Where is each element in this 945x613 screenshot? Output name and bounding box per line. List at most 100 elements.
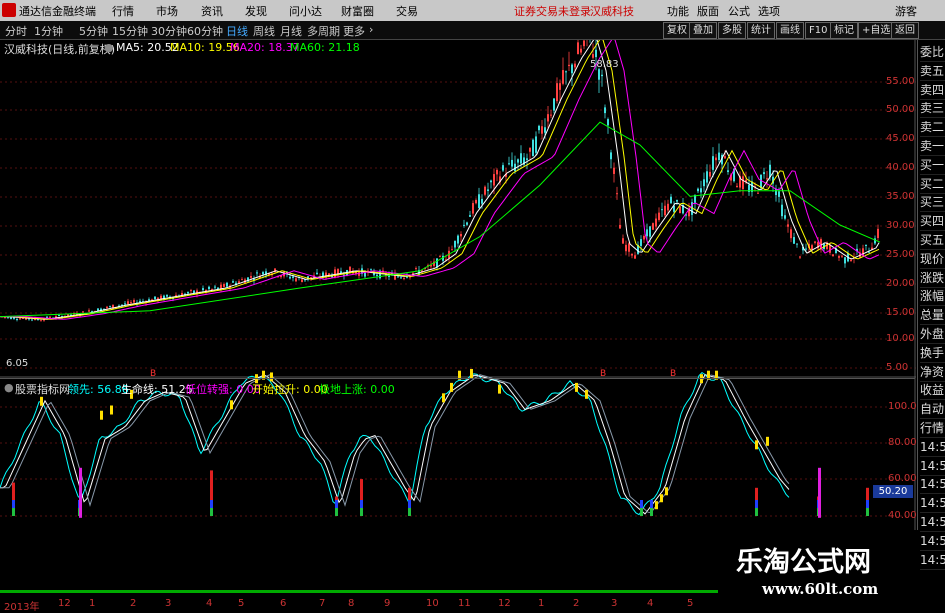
period-5min[interactable]: 5分钟 <box>79 23 108 39</box>
candle-body <box>757 192 759 194</box>
side-panel-item[interactable]: 行情 <box>920 420 945 438</box>
side-panel-item[interactable]: 外盘 <box>920 326 945 344</box>
side-panel-item[interactable]: 14:50 <box>920 495 945 514</box>
indicator-name: 股票指标网 <box>15 383 70 396</box>
menu-item-hangqing[interactable]: 行情 <box>112 3 134 19</box>
period-more[interactable]: 更多 <box>343 23 365 39</box>
indicator-dot-icon[interactable]: ● <box>4 381 14 394</box>
side-panel-item[interactable]: 涨跌 <box>920 270 945 288</box>
period-fenshi[interactable]: 分时 <box>5 23 27 39</box>
statistics-button[interactable]: 统计 <box>747 22 775 39</box>
side-panel-item[interactable]: 净资 <box>920 364 945 382</box>
period-60min[interactable]: 60分钟 <box>187 23 223 39</box>
menu-item-gongshi[interactable]: 公式 <box>728 3 750 19</box>
candle-body <box>547 114 549 122</box>
period-daily[interactable]: 日线 <box>226 23 248 39</box>
period-weekly[interactable]: 周线 <box>253 23 275 39</box>
menu-item-zixun[interactable]: 资讯 <box>201 3 223 19</box>
side-panel-item[interactable]: 14:50 <box>920 439 945 457</box>
candle-body <box>598 69 600 80</box>
candle-body <box>724 156 726 159</box>
candle-body <box>250 275 252 278</box>
date-axis-label: 12 <box>498 598 511 609</box>
candle-body <box>154 296 156 300</box>
menu-item-jiaoyi[interactable]: 交易 <box>396 3 418 19</box>
indicator-current-value: 50.20 <box>873 485 913 498</box>
price-axis-label: 30.00 <box>886 220 915 231</box>
candle-body <box>865 244 867 246</box>
guest-label[interactable]: 游客 <box>895 3 917 19</box>
signal-column-magenta <box>79 467 82 518</box>
side-panel-item[interactable]: 卖四 <box>920 82 945 100</box>
indicator-axis-label: 40.00 <box>888 510 917 521</box>
menu-item-xuanxiang[interactable]: 选项 <box>758 3 780 19</box>
side-panel-item[interactable]: 委比 <box>920 44 945 62</box>
candle-body <box>565 71 567 73</box>
candle-body <box>610 152 612 160</box>
overlay-button[interactable]: 叠加 <box>689 22 717 39</box>
candle-body <box>292 276 294 278</box>
trade-login-notice[interactable]: 证券交易未登录 <box>514 3 591 19</box>
candle-body <box>472 203 474 214</box>
f10-button[interactable]: F10 <box>805 22 832 39</box>
fuquan-button[interactable]: 复权 <box>663 22 691 39</box>
menu-item-caifuquan[interactable]: 财富圈 <box>341 3 374 19</box>
candle-body <box>562 70 564 84</box>
more-chevron-icon[interactable]: › <box>369 23 373 36</box>
candle-body <box>595 49 597 58</box>
period-30min[interactable]: 30分钟 <box>151 23 187 39</box>
candle-body <box>676 200 678 202</box>
candle-body <box>190 290 192 292</box>
candle-body <box>193 290 195 293</box>
side-panel-item[interactable]: 买三 <box>920 194 945 213</box>
add-favorite-button[interactable]: +自选 <box>858 22 895 39</box>
date-axis-label: 1 <box>89 598 96 609</box>
draw-line-button[interactable]: 画线 <box>776 22 804 39</box>
side-panel-item[interactable]: 14:50 <box>920 476 945 495</box>
side-panel-item[interactable]: 买四 <box>920 213 945 232</box>
price-axis-label: 45.00 <box>886 133 915 144</box>
side-panel-item[interactable]: 换手 <box>920 345 945 363</box>
multi-stock-button[interactable]: 多股 <box>718 22 746 39</box>
side-panel-item[interactable]: 买一 <box>920 157 945 175</box>
side-panel-item[interactable]: 14:50 <box>920 552 945 570</box>
candle-body <box>166 294 168 297</box>
side-panel-item[interactable]: 卖二 <box>920 119 945 138</box>
side-panel-item[interactable]: 涨幅 <box>920 288 945 307</box>
side-panel-item[interactable]: 自动 <box>920 401 945 420</box>
side-panel-item[interactable]: 现价 <box>920 251 945 269</box>
side-panel-item[interactable]: 14:50 <box>920 533 945 551</box>
mark-button[interactable]: 标记 <box>830 22 858 39</box>
period-15min[interactable]: 15分钟 <box>112 23 148 39</box>
side-panel-item[interactable]: 卖一 <box>920 138 945 156</box>
kline-chart[interactable]: BBB <box>0 40 917 609</box>
menu-item-banmian[interactable]: 版面 <box>697 3 719 19</box>
menu-item-gongneng[interactable]: 功能 <box>667 3 689 19</box>
period-multi[interactable]: 多周期 <box>307 23 340 39</box>
menu-item-faxian[interactable]: 发现 <box>245 3 267 19</box>
candle-body <box>634 255 636 259</box>
candle-body <box>187 291 189 294</box>
side-panel-item[interactable]: 卖三 <box>920 100 945 119</box>
signal-bar-yellow <box>110 405 113 415</box>
side-panel-item[interactable]: 总量 <box>920 307 945 326</box>
period-monthly[interactable]: 月线 <box>280 23 302 39</box>
side-panel-item[interactable]: 买五 <box>920 232 945 250</box>
quote-side-panel: 委比 卖五 卖四 卖三 卖二 卖一 买一 买二 买三 买四 买五 现价 涨跌 涨幅 总量 外盘 换手 净资 收益 自动… <box>917 40 945 609</box>
date-axis-label: 5 <box>687 598 694 609</box>
date-axis-label: 6 <box>280 598 287 609</box>
date-axis-label: 3 <box>165 598 172 609</box>
side-panel-item[interactable]: 买二 <box>920 176 945 194</box>
back-button[interactable]: 返回 <box>891 22 919 39</box>
candle-body <box>727 170 729 173</box>
period-1min[interactable]: 1分钟 <box>34 23 63 39</box>
side-panel-item[interactable]: 卖五 <box>920 63 945 81</box>
side-panel-item[interactable]: 14:50 <box>920 458 945 476</box>
candle-body <box>700 188 702 193</box>
menu-item-shichang[interactable]: 市场 <box>156 3 178 19</box>
side-panel-item[interactable]: 14:50 <box>920 514 945 532</box>
candle-body <box>289 276 291 279</box>
menu-item-wenxiaoda[interactable]: 问小达 <box>289 3 322 19</box>
side-panel-item[interactable]: 收益 <box>920 382 945 401</box>
candle-body <box>670 196 672 204</box>
